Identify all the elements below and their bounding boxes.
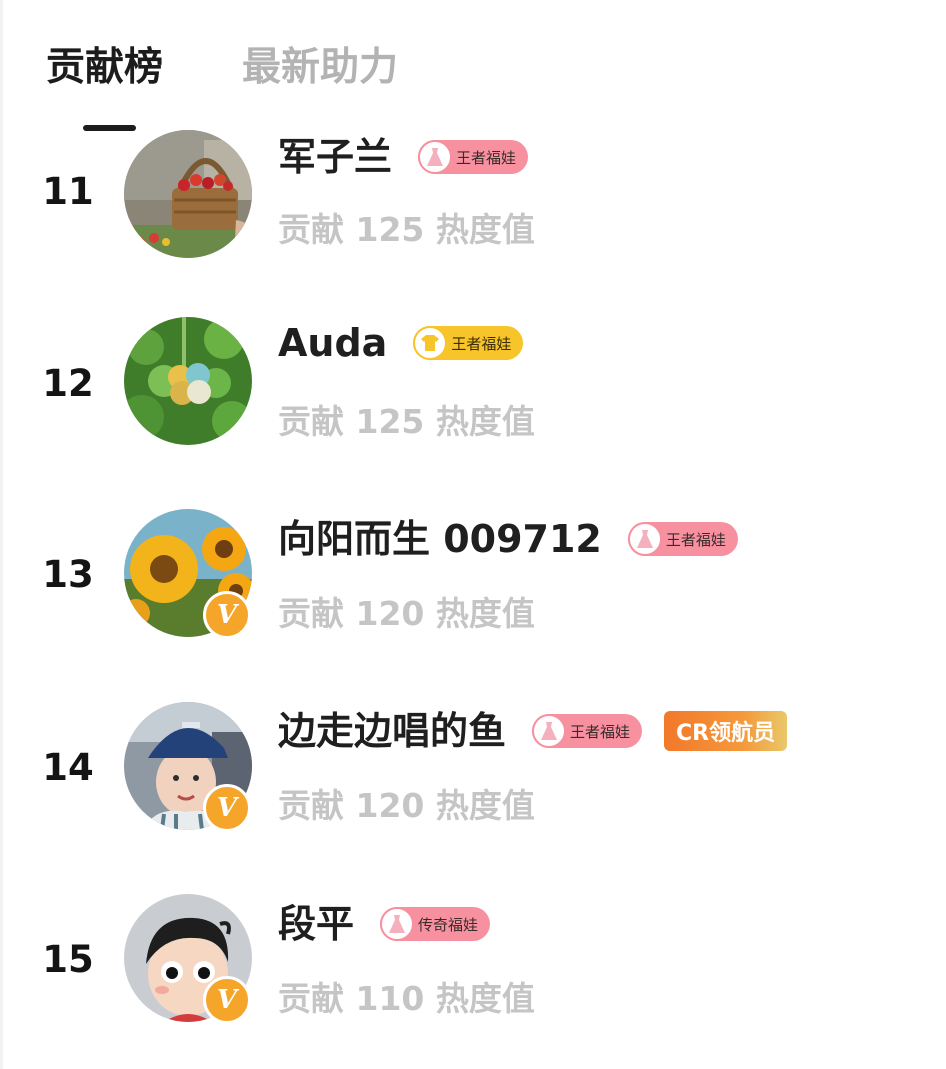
ranking-row[interactable]: 15 V 段平 传奇福娃 贡献 110 热度值	[0, 894, 946, 1054]
badge-label: 王者福娃	[570, 722, 631, 741]
badge-label: 王者福娃	[456, 148, 517, 167]
dress-icon	[418, 140, 453, 174]
ranking-row[interactable]: 14 V 边走边唱的鱼 王者福娃 CR领航员 贡献 120 热度值	[0, 702, 946, 862]
user-name[interactable]: Auda	[278, 318, 387, 368]
user-name[interactable]: 向阳而生 009712	[278, 514, 602, 564]
contribution-value: 贡献 125 热度值	[278, 210, 535, 249]
dress-icon	[532, 714, 567, 748]
contribution-value: 贡献 120 热度值	[278, 594, 535, 633]
contribution-value: 贡献 110 热度值	[278, 979, 535, 1018]
badge-label: 王者福娃	[665, 530, 726, 549]
rank-number: 11	[42, 170, 94, 213]
badge-label: 传奇福娃	[418, 915, 479, 934]
dress-icon	[380, 907, 415, 941]
user-name-line: Auda 王者福娃	[278, 318, 524, 368]
user-name-line: 军子兰 王者福娃	[278, 132, 529, 182]
fan-level-badge: 王者福娃	[627, 522, 738, 556]
clover-avatar[interactable]	[124, 317, 252, 445]
ranking-row[interactable]: 11 军子兰 王者福娃 贡献 125 热度值	[0, 130, 946, 290]
rank-number: 13	[42, 553, 94, 596]
user-name-line: 向阳而生 009712 王者福娃	[278, 514, 738, 564]
ranking-row[interactable]: 13 V 向阳而生 009712 王者福娃 贡献 120 热度值	[0, 509, 946, 669]
badge-label: 王者福娃	[451, 334, 512, 353]
user-name[interactable]: 边走边唱的鱼	[278, 706, 506, 756]
rank-number: 15	[42, 938, 94, 981]
fan-level-badge: 王者福娃	[413, 326, 524, 360]
verified-badge-icon: V	[203, 784, 251, 832]
user-name-line: 边走边唱的鱼 王者福娃 CR领航员	[278, 706, 788, 756]
rank-number: 14	[42, 746, 94, 789]
contribution-value: 贡献 120 热度值	[278, 786, 535, 825]
user-name[interactable]: 段平	[278, 899, 354, 949]
ranking-row[interactable]: 12 Auda 王者福娃 贡献 125 热度值	[0, 317, 946, 480]
fan-level-badge: 传奇福娃	[380, 907, 491, 941]
fan-level-badge: 王者福娃	[418, 140, 529, 174]
fan-level-badge: 王者福娃	[532, 714, 643, 748]
fruit-basket-avatar[interactable]	[124, 130, 252, 258]
dress-icon	[627, 522, 662, 556]
user-name[interactable]: 军子兰	[278, 132, 392, 182]
verified-badge-icon: V	[203, 591, 251, 639]
ranking-list: 11 军子兰 王者福娃 贡献 125 热度值 12 Auda 王者福娃 贡献 1…	[0, 0, 946, 1069]
user-name-line: 段平 传奇福娃	[278, 899, 491, 949]
rank-number: 12	[42, 362, 94, 405]
verified-badge-icon: V	[203, 976, 251, 1024]
cr-navigator-badge: CR领航员	[664, 711, 788, 751]
shirt-icon	[413, 326, 448, 360]
contribution-value: 贡献 125 热度值	[278, 402, 535, 441]
